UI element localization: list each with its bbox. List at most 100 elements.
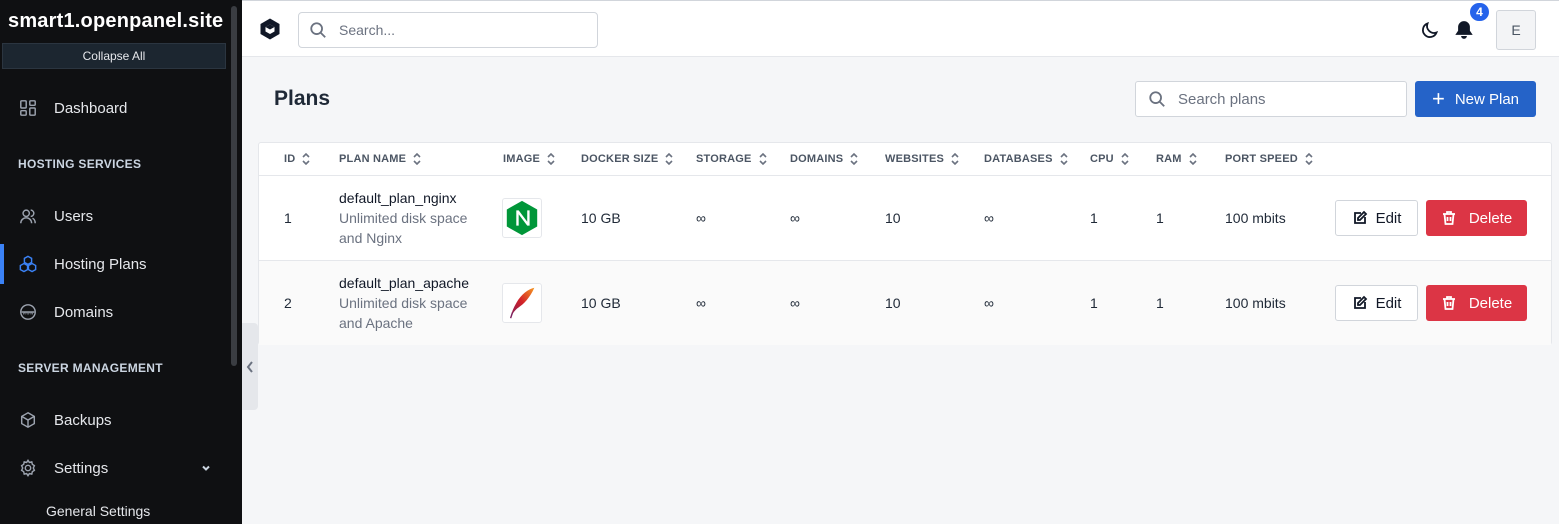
edit-icon bbox=[1353, 210, 1367, 224]
cell-websites: 10 bbox=[885, 210, 901, 226]
search-icon bbox=[1149, 91, 1165, 107]
sort-icon bbox=[850, 152, 858, 166]
sidebar: smart1.openpanel.site Collapse All Dashb… bbox=[0, 0, 242, 524]
collapse-all-button[interactable]: Collapse All bbox=[2, 43, 226, 69]
global-search-input[interactable] bbox=[298, 12, 598, 48]
sidebar-item-dashboard[interactable]: Dashboard bbox=[0, 88, 230, 128]
sidebar-item-label: Domains bbox=[54, 303, 114, 321]
plan-description: Unlimited disk space and Nginx bbox=[339, 210, 468, 246]
sidebar-item-settings[interactable]: Settings bbox=[0, 448, 230, 488]
sidebar-item-label: Users bbox=[54, 207, 94, 225]
plans-table: ID PLAN NAME IMAGE DOCKER SIZE STORAGE D… bbox=[258, 142, 1552, 345]
cell-plan: default_plan_nginx Unlimited disk space … bbox=[339, 190, 489, 248]
cell-storage: ∞ bbox=[696, 295, 706, 311]
sidebar-item-backups[interactable]: Backups bbox=[0, 400, 230, 440]
delete-button[interactable]: Delete bbox=[1426, 200, 1527, 236]
sidebar-item-hosting-plans[interactable]: Hosting Plans bbox=[0, 244, 230, 284]
trash-icon bbox=[1442, 296, 1455, 310]
notification-count-badge[interactable]: 4 bbox=[1468, 1, 1491, 23]
nginx-logo-icon bbox=[502, 198, 542, 238]
page-title: Plans bbox=[274, 87, 331, 110]
sidebar-subitem-general-settings[interactable]: General Settings bbox=[46, 503, 150, 519]
column-header-storage[interactable]: STORAGE bbox=[696, 152, 767, 166]
avatar[interactable]: E bbox=[1496, 10, 1536, 50]
cell-plan: default_plan_apache Unlimited disk space… bbox=[339, 275, 489, 333]
cell-domains: ∞ bbox=[790, 210, 800, 226]
global-search-field[interactable] bbox=[339, 22, 579, 38]
topbar: 4 E bbox=[242, 0, 1559, 57]
gear-icon bbox=[18, 458, 38, 478]
cubes-icon bbox=[18, 254, 38, 274]
users-icon bbox=[18, 206, 38, 226]
plans-search-field[interactable] bbox=[1178, 90, 1398, 108]
cell-id: 1 bbox=[284, 210, 292, 226]
sidebar-item-label: Backups bbox=[54, 411, 112, 429]
column-header-websites[interactable]: WEBSITES bbox=[885, 152, 959, 166]
column-header-ram[interactable]: RAM bbox=[1156, 152, 1197, 166]
sort-icon bbox=[1121, 152, 1129, 166]
sort-icon bbox=[1060, 152, 1068, 166]
cell-cpu: 1 bbox=[1090, 295, 1098, 311]
sort-icon bbox=[759, 152, 767, 166]
sidebar-item-label: Hosting Plans bbox=[54, 255, 147, 273]
cell-id: 2 bbox=[284, 295, 292, 311]
box-icon bbox=[18, 410, 38, 430]
column-header-plan-name[interactable]: PLAN NAME bbox=[339, 152, 421, 166]
table-row: 1 default_plan_nginx Unlimited disk spac… bbox=[259, 175, 1551, 260]
search-icon bbox=[310, 22, 326, 38]
sidebar-item-label: Dashboard bbox=[54, 99, 128, 117]
sort-icon bbox=[547, 152, 555, 166]
dashboard-icon bbox=[18, 98, 38, 118]
new-plan-button[interactable]: + New Plan bbox=[1415, 81, 1536, 117]
svg-text:www: www bbox=[22, 311, 33, 316]
column-header-cpu[interactable]: CPU bbox=[1090, 152, 1129, 166]
cell-websites: 10 bbox=[885, 295, 901, 311]
section-heading-server: SERVER MANAGEMENT bbox=[18, 361, 163, 375]
edit-button[interactable]: Edit bbox=[1335, 285, 1418, 321]
plan-name: default_plan_nginx bbox=[339, 190, 457, 206]
cell-docker-size: 10 GB bbox=[581, 295, 621, 311]
dark-mode-toggle-icon[interactable] bbox=[1420, 20, 1440, 40]
column-header-domains[interactable]: DOMAINS bbox=[790, 152, 858, 166]
column-header-databases[interactable]: DATABASES bbox=[984, 152, 1068, 166]
sidebar-collapse-handle[interactable] bbox=[242, 323, 258, 410]
edit-button[interactable]: Edit bbox=[1335, 200, 1418, 236]
sort-icon bbox=[302, 152, 310, 166]
sort-icon bbox=[1305, 152, 1313, 166]
chevron-left-icon bbox=[246, 360, 253, 373]
cell-cpu: 1 bbox=[1090, 210, 1098, 226]
column-header-port-speed[interactable]: PORT SPEED bbox=[1225, 152, 1313, 166]
openpanel-logo-icon[interactable] bbox=[258, 17, 282, 41]
edit-icon bbox=[1353, 295, 1367, 309]
chevron-down-icon bbox=[200, 461, 212, 473]
delete-button[interactable]: Delete bbox=[1426, 285, 1527, 321]
sidebar-item-users[interactable]: Users bbox=[0, 196, 230, 236]
cell-databases: ∞ bbox=[984, 210, 994, 226]
plan-name: default_plan_apache bbox=[339, 275, 470, 291]
cell-databases: ∞ bbox=[984, 295, 994, 311]
sidebar-item-label: Settings bbox=[54, 459, 109, 477]
site-title[interactable]: smart1.openpanel.site bbox=[8, 10, 223, 33]
sort-icon bbox=[413, 152, 421, 166]
cell-ram: 1 bbox=[1156, 210, 1164, 226]
trash-icon bbox=[1442, 211, 1455, 225]
column-header-image[interactable]: IMAGE bbox=[503, 152, 555, 166]
column-header-docker-size[interactable]: DOCKER SIZE bbox=[581, 152, 673, 166]
cell-domains: ∞ bbox=[790, 295, 800, 311]
apache-feather-logo-icon bbox=[502, 283, 542, 323]
sort-icon bbox=[1189, 152, 1197, 166]
table-row: 2 default_plan_apache Unlimited disk spa… bbox=[259, 260, 1551, 345]
www-globe-icon: www bbox=[18, 302, 38, 322]
cell-docker-size: 10 GB bbox=[581, 210, 621, 226]
bell-icon[interactable] bbox=[1454, 20, 1474, 40]
cell-port-speed: 100 mbits bbox=[1225, 295, 1286, 311]
sidebar-scrollbar[interactable] bbox=[231, 6, 237, 366]
plans-search-input[interactable] bbox=[1135, 81, 1407, 117]
sort-icon bbox=[951, 152, 959, 166]
column-header-id[interactable]: ID bbox=[284, 152, 310, 166]
sidebar-item-domains[interactable]: www Domains bbox=[0, 292, 230, 332]
sort-icon bbox=[665, 152, 673, 166]
cell-ram: 1 bbox=[1156, 295, 1164, 311]
new-plan-label: New Plan bbox=[1454, 90, 1520, 108]
cell-storage: ∞ bbox=[696, 210, 706, 226]
